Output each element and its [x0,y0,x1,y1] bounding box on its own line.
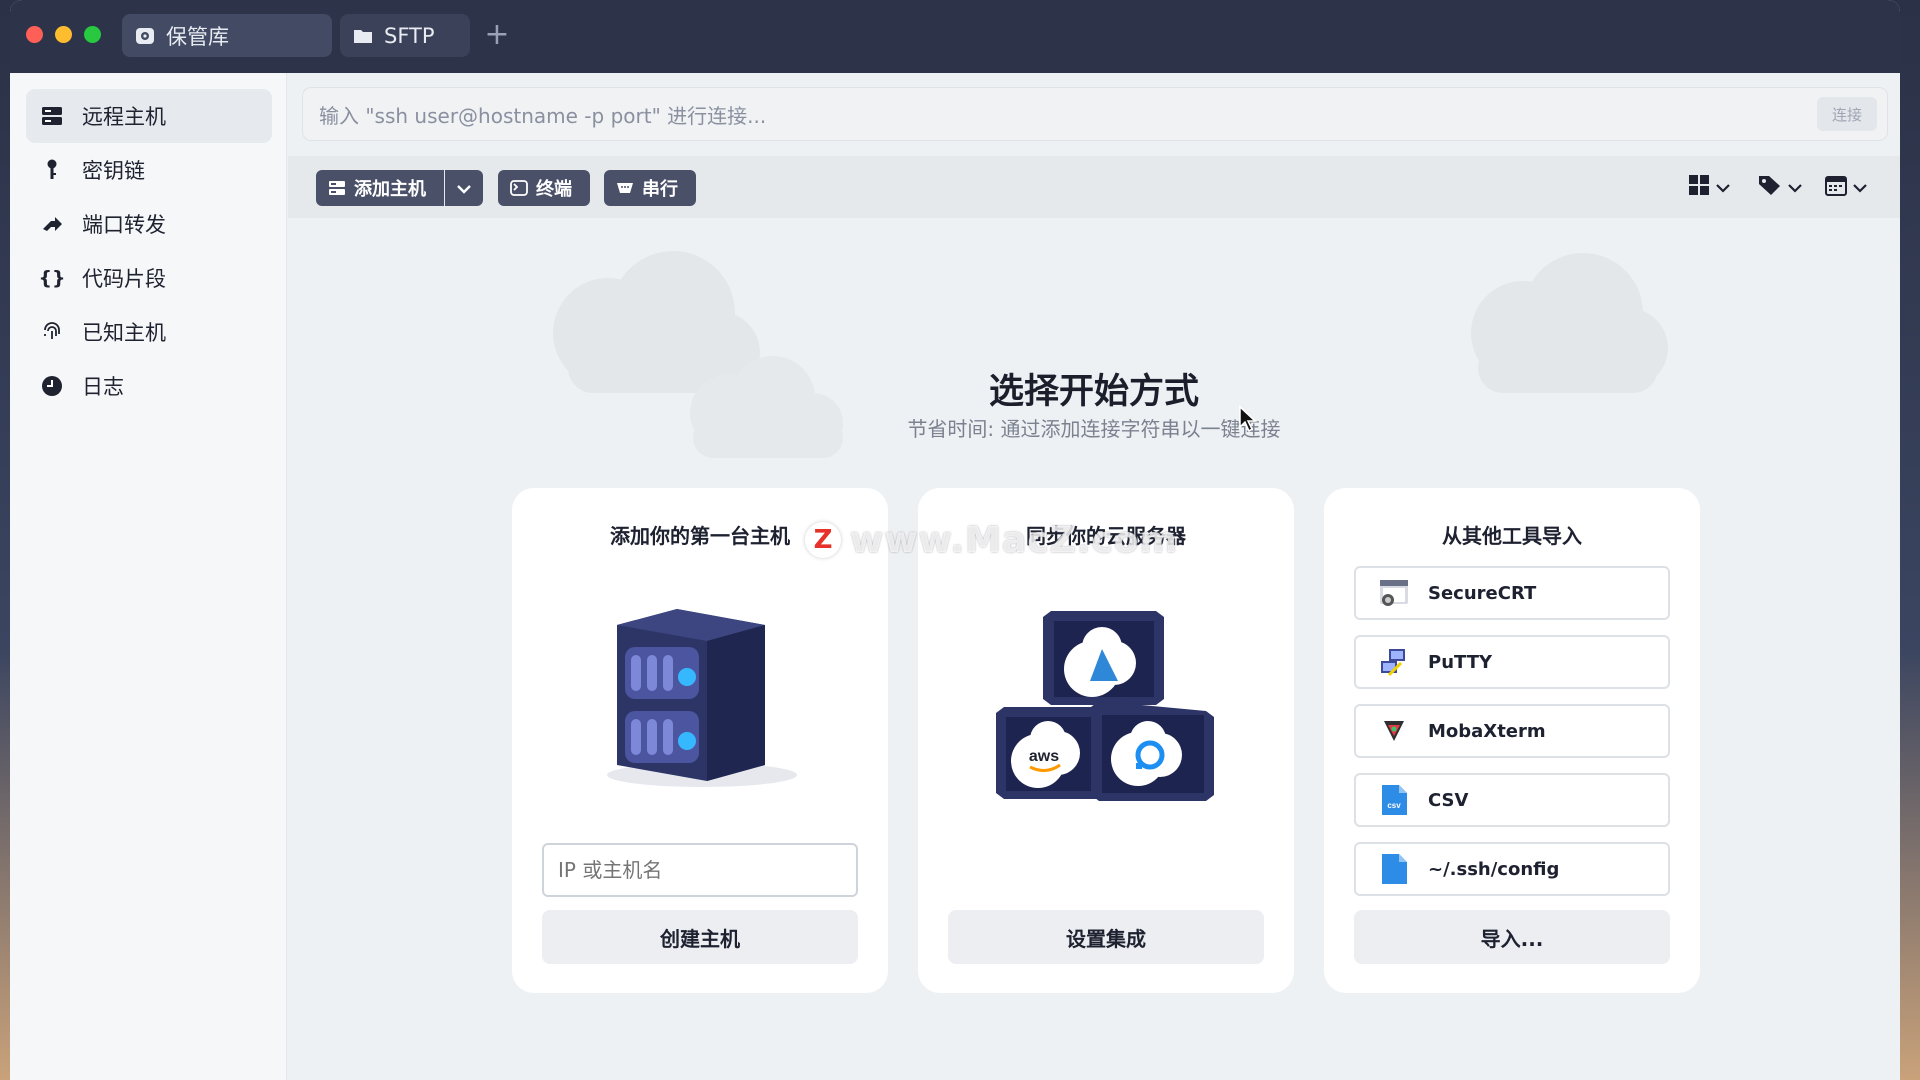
maximize-window-button[interactable] [84,26,101,43]
server-icon [328,179,346,197]
svg-text:aws: aws [1029,748,1059,765]
serial-port-icon [616,179,634,197]
sidebar-item-hosts[interactable]: 远程主机 [26,89,272,143]
watermark: www.MacZ.com [850,520,1178,561]
app-window: 保管库 SFTP + 远程主机 密钥链 端口转发 {} 代码片段 已知主机 日志… [10,0,1900,1080]
ssh-connect-input[interactable]: 输入 "ssh user@hostname -p port" 进行连接... 连… [302,87,1888,141]
sidebar-item-snippets[interactable]: {} 代码片段 [26,251,272,305]
tab-vault[interactable]: 保管库 [122,14,332,57]
sidebar-item-label: 远程主机 [82,105,166,129]
import-item-label: CSV [1428,789,1469,811]
braces-icon: {} [38,267,66,289]
import-button[interactable]: 导入... [1354,910,1670,964]
grid-icon [1688,174,1710,200]
sidebar-item-label: 端口转发 [82,213,166,237]
sidebar-item-known-hosts[interactable]: 已知主机 [26,305,272,359]
import-securecrt[interactable]: SecureCRT [1354,566,1670,620]
import-item-label: SecureCRT [1428,582,1537,604]
watermark-logo-icon: Z [805,522,841,558]
setup-integration-button[interactable]: 设置集成 [948,910,1264,964]
cloud-providers-illustration: aws [996,611,1214,801]
sidebar-item-label: 日志 [82,375,124,399]
view-mode-button[interactable] [1688,172,1730,202]
mobaxterm-icon [1378,715,1410,747]
tab-label: SFTP [384,23,435,48]
key-icon [40,158,64,182]
sidebar-item-label: 代码片段 [82,267,166,291]
mouse-cursor-icon [1238,405,1258,437]
sidebar-item-logs[interactable]: 日志 [26,359,272,413]
calendar-icon [1825,174,1847,200]
import-csv[interactable]: csv CSV [1354,773,1670,827]
sidebar-item-label: 已知主机 [82,321,166,345]
vault-icon [134,25,156,47]
terminal-label: 终端 [536,179,572,200]
page-subtitle: 节省时间: 通过添加连接字符串以一键连接 [907,417,1281,441]
import-item-label: MobaXterm [1428,720,1546,742]
chevron-down-icon [456,178,472,199]
tab-label: 保管库 [166,24,229,49]
tags-filter-button[interactable] [1758,172,1802,202]
server-illustration [607,609,797,787]
server-icon [40,104,64,128]
csv-file-icon: csv [1378,784,1410,816]
fingerprint-icon [40,320,64,344]
import-mobaxterm[interactable]: MobaXterm [1354,704,1670,758]
page-title: 选择开始方式 [988,372,1199,412]
clock-icon [40,374,64,398]
add-tab-button[interactable]: + [480,18,514,52]
sidebar-item-port-forwarding[interactable]: 端口转发 [26,197,272,251]
terminal-icon [510,179,528,197]
putty-icon [1378,646,1410,678]
serial-label: 串行 [642,179,678,200]
add-host-button[interactable]: 添加主机 [316,170,444,206]
terminal-button[interactable]: 终端 [498,170,590,206]
cloud-sync-card: 同步你的云服务器 aws 设置集成 [918,488,1294,993]
ip-hostname-input[interactable] [542,843,858,897]
svg-text:csv: csv [1387,801,1401,810]
sidebar: 远程主机 密钥链 端口转发 {} 代码片段 已知主机 日志 [10,73,287,1080]
titlebar: 保管库 SFTP + [10,0,1900,73]
port-forward-icon [40,212,64,236]
tag-icon [1758,174,1782,200]
securecrt-icon [1378,577,1410,609]
serial-button[interactable]: 串行 [604,170,696,206]
tab-sftp[interactable]: SFTP [340,14,470,57]
minimize-window-button[interactable] [55,26,72,43]
add-host-label: 添加主机 [354,179,426,200]
sidebar-item-keychain[interactable]: 密钥链 [26,143,272,197]
create-host-button[interactable]: 创建主机 [542,910,858,964]
chevron-down-icon [1853,178,1867,197]
import-item-label: PuTTY [1428,651,1493,673]
add-host-card: 添加你的第一台主机 创建主机 [512,488,888,993]
import-card: 从其他工具导入 SecureCRT PuTTY MobaXterm csv CS… [1324,488,1700,993]
import-item-label: ~/.ssh/config [1428,858,1560,880]
main-content: 输入 "ssh user@hostname -p port" 进行连接... 连… [288,73,1900,1080]
import-ssh-config[interactable]: ~/.ssh/config [1354,842,1670,896]
import-putty[interactable]: PuTTY [1354,635,1670,689]
close-window-button[interactable] [26,26,43,43]
file-icon [1378,853,1410,885]
toolbar: 添加主机 终端 串行 [288,156,1900,218]
sidebar-item-label: 密钥链 [82,159,145,183]
chevron-down-icon [1716,178,1730,197]
search-placeholder: 输入 "ssh user@hostname -p port" 进行连接... [319,103,767,128]
connect-button[interactable]: 连接 [1817,97,1877,131]
card-title: 从其他工具导入 [1442,524,1582,548]
sort-button[interactable] [1825,172,1867,202]
chevron-down-icon [1788,178,1802,197]
folder-icon [352,25,374,47]
add-host-dropdown[interactable] [445,170,483,206]
